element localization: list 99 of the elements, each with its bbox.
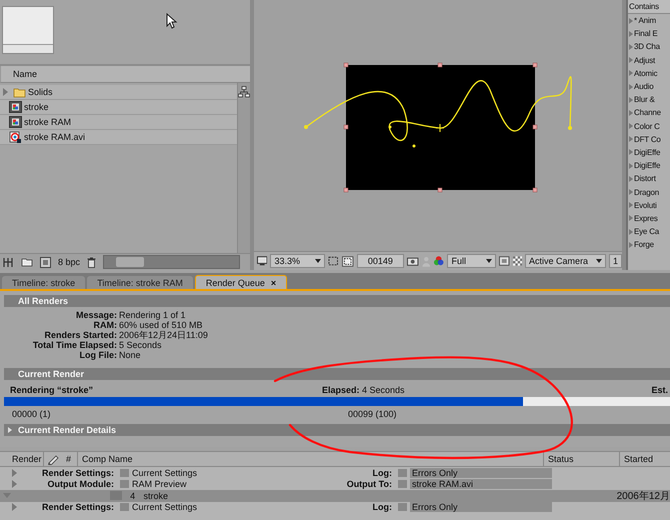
elapsed-time: Elapsed: 4 Seconds (322, 385, 406, 395)
setting-label: Log: (372, 468, 392, 478)
setting-label: Render Settings: (40, 502, 114, 512)
effect-category[interactable]: DigiEffe (628, 159, 670, 172)
field-label: RAM: (92, 320, 117, 330)
expand-arrow-icon[interactable] (12, 468, 17, 477)
field-value: 60% used of 510 MB (119, 320, 204, 330)
pen-icon[interactable] (47, 453, 59, 465)
effect-category[interactable]: Blur & (628, 93, 670, 106)
setting-value[interactable]: Current Settings (132, 468, 332, 478)
bit-depth-toggle[interactable]: 8 bpc (58, 257, 80, 267)
effect-category[interactable]: Color C (628, 120, 670, 133)
section-header[interactable]: Current Render Details (4, 424, 670, 436)
composition-icon[interactable] (40, 256, 51, 268)
project-item[interactable]: stroke (0, 100, 237, 115)
project-item[interactable]: stroke RAM (0, 115, 237, 130)
setting-value[interactable]: Errors Only (410, 468, 552, 478)
setting-value[interactable]: RAM Preview (132, 479, 332, 490)
item-number: 4 (129, 490, 136, 501)
caret-icon (486, 259, 492, 263)
start-frame: 00000 (1) (12, 409, 348, 419)
effect-category[interactable]: Audio (628, 80, 670, 94)
column-header[interactable]: # (62, 452, 78, 466)
setting-label: Output To: (346, 479, 392, 490)
monitor-icon[interactable] (257, 256, 268, 266)
column-header[interactable]: Comp Name (78, 452, 544, 466)
resolution-dropdown[interactable]: Full (447, 254, 496, 268)
effect-category[interactable]: Forge (628, 238, 670, 252)
column-header[interactable]: Render (0, 452, 44, 466)
field-value: Rendering 1 of 1 (119, 310, 187, 320)
effect-category[interactable]: Eye Ca (628, 225, 670, 238)
grid-icon[interactable] (328, 256, 340, 266)
column-header[interactable]: Name (11, 69, 38, 79)
trash-icon[interactable] (87, 256, 96, 268)
panel-tab[interactable]: Timeline: stroke RAM (87, 276, 193, 289)
effect-category[interactable]: * Anim (628, 14, 670, 28)
rendering-label: Rendering “stroke” (10, 385, 94, 395)
column-header[interactable]: Started (620, 452, 670, 466)
effect-category[interactable]: Adjust (628, 54, 670, 67)
field-label: Total Time Elapsed: (32, 340, 117, 350)
folder-icon (13, 86, 26, 98)
hierarchy-icon[interactable] (238, 86, 250, 98)
zoom-dropdown[interactable]: 33.3% (270, 254, 325, 268)
effect-category[interactable]: DFT Co (628, 132, 670, 146)
effect-category[interactable]: DigiEffe (628, 146, 670, 160)
render-checkbox[interactable] (110, 491, 122, 500)
panel-tab[interactable]: Timeline: stroke (2, 276, 86, 289)
column-header[interactable]: Status (544, 452, 620, 466)
caret-icon (314, 259, 321, 263)
color-channels-icon[interactable] (433, 255, 444, 267)
camera-dropdown[interactable]: Active Camera (525, 254, 606, 268)
effect-category[interactable]: Atomic (628, 66, 670, 80)
close-button[interactable]: × (270, 278, 276, 288)
field-value: 5 Seconds (119, 340, 163, 350)
setting-label: Render Settings: (40, 468, 114, 478)
field-label: Log File: (78, 350, 117, 360)
setting-value[interactable]: Current Settings (132, 502, 332, 512)
project-item[interactable]: stroke RAM.avi (0, 130, 237, 145)
effect-category[interactable]: Evoluti (628, 198, 670, 212)
effect-category[interactable]: Distort (628, 172, 670, 186)
camera-icon[interactable] (407, 256, 419, 266)
folder-icon[interactable] (21, 257, 33, 267)
panel-tab[interactable]: Render Queue × (194, 275, 288, 289)
setting-value[interactable]: stroke RAM.avi (410, 479, 552, 490)
effect-category[interactable]: Final E (628, 27, 670, 40)
timecode-field[interactable]: 00149 (356, 254, 404, 268)
checkerboard-icon[interactable] (512, 256, 522, 266)
composition-icon (9, 116, 22, 128)
caret-icon (596, 259, 602, 263)
effect-category[interactable]: Channe (628, 106, 670, 120)
expand-arrow-icon[interactable] (12, 503, 17, 512)
setting-value[interactable]: Errors Only (410, 502, 552, 512)
views-button[interactable]: 1 (608, 254, 622, 268)
composition-icon (9, 101, 22, 113)
footage-file-icon (9, 131, 22, 143)
effect-category[interactable]: 3D Cha (628, 40, 670, 54)
start-time: 2006年12月 (616, 490, 670, 503)
mask-icon[interactable] (342, 256, 354, 266)
field-value: None (119, 350, 142, 360)
scrollbar[interactable] (237, 83, 250, 253)
render-item-row[interactable]: 4 stroke 2006年12月 (0, 490, 670, 502)
effect-category[interactable]: Dragon (628, 185, 670, 199)
section-header: Current Render (4, 368, 670, 380)
field-label: Renders Started: (43, 330, 117, 340)
column-header[interactable]: Contains (628, 0, 670, 14)
field-label: Message: (74, 310, 117, 320)
project-item[interactable]: Solids (0, 85, 237, 100)
effect-category[interactable]: Expres (628, 212, 670, 225)
flowchart-icon[interactable] (3, 256, 14, 268)
scrollbar[interactable] (103, 255, 240, 269)
setting-label: Log: (372, 502, 392, 512)
estimate-label: Est. (651, 385, 669, 395)
end-frame: 00099 (100) (348, 409, 397, 419)
comp-name: stroke (144, 490, 170, 501)
section-header: All Renders (4, 295, 670, 307)
field-value: 2006年12月24日11:09 (119, 330, 209, 340)
cursor-arrow-icon (166, 13, 178, 29)
region-icon[interactable] (499, 256, 510, 266)
setting-label: Output Module: (46, 479, 114, 490)
